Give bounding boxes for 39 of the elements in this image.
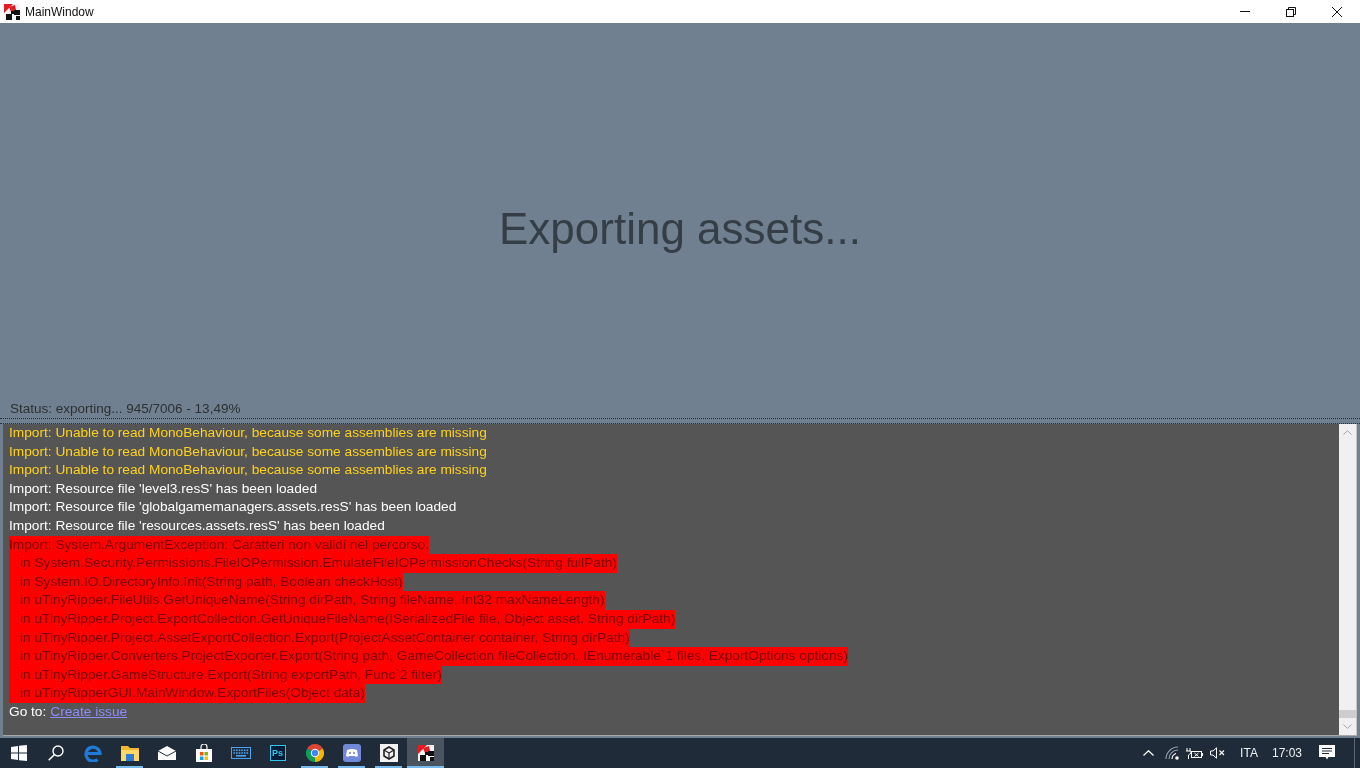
chevron-down-icon <box>1343 724 1352 729</box>
log-line: Import: Resource file 'level3.resS' has been loaded <box>9 479 318 498</box>
message-icon <box>1319 745 1335 761</box>
start-logo-icon <box>10 745 27 761</box>
close-icon <box>1332 6 1342 17</box>
scroll-thumb[interactable] <box>1339 710 1356 718</box>
log-line: Import: Unable to read MonoBehaviour, because some assemblies are missing <box>9 442 487 461</box>
goto-label: Go to: <box>9 702 47 721</box>
controller-icon <box>342 744 361 762</box>
browser-icon <box>83 744 102 762</box>
log-line: Import: Unable to read MonoBehaviour, because some assemblies are missing <box>9 461 487 480</box>
restore-icon <box>1286 6 1296 17</box>
language-button[interactable]: ITA <box>1229 738 1269 768</box>
minimize-icon <box>1240 11 1250 12</box>
letter-tile-icon: Ps <box>269 745 286 761</box>
network-icon <box>1164 746 1179 760</box>
log-line: Import: Resource file 'globalgamemanagers.assets.resS' has been loaded <box>9 498 457 517</box>
keyboard-icon <box>230 747 251 759</box>
volume-muted-icon <box>1210 747 1225 759</box>
cube-logo-icon <box>379 744 398 762</box>
taskbar-app-button[interactable]: Ps <box>259 738 296 768</box>
clock-button[interactable]: 17:03 <box>1269 738 1305 768</box>
mail-icon <box>157 746 176 760</box>
export-heading: Exporting assets... <box>499 203 861 254</box>
shopping-bag-icon <box>195 744 212 762</box>
scrollbar[interactable] <box>1339 424 1356 735</box>
segmented-circle-icon <box>305 744 324 762</box>
chevron-up-icon <box>1343 430 1352 435</box>
taskbar-app-button[interactable] <box>407 738 444 768</box>
log-line: Import: Unable to read MonoBehaviour, because some assemblies are missing <box>9 424 487 442</box>
window-title: MainWindow <box>25 4 94 19</box>
app-icon <box>4 3 20 20</box>
log-line: Import: Resource file 'resources.assets.resS' has been loaded <box>9 516 385 535</box>
battery-plug-icon <box>1186 747 1203 759</box>
caret-up-icon <box>1142 750 1154 756</box>
app-icon <box>417 745 434 761</box>
folder-icon <box>120 745 139 761</box>
search-icon <box>47 745 64 761</box>
status-text: Status: exporting... 945/7006 - 13,49% <box>10 400 241 417</box>
